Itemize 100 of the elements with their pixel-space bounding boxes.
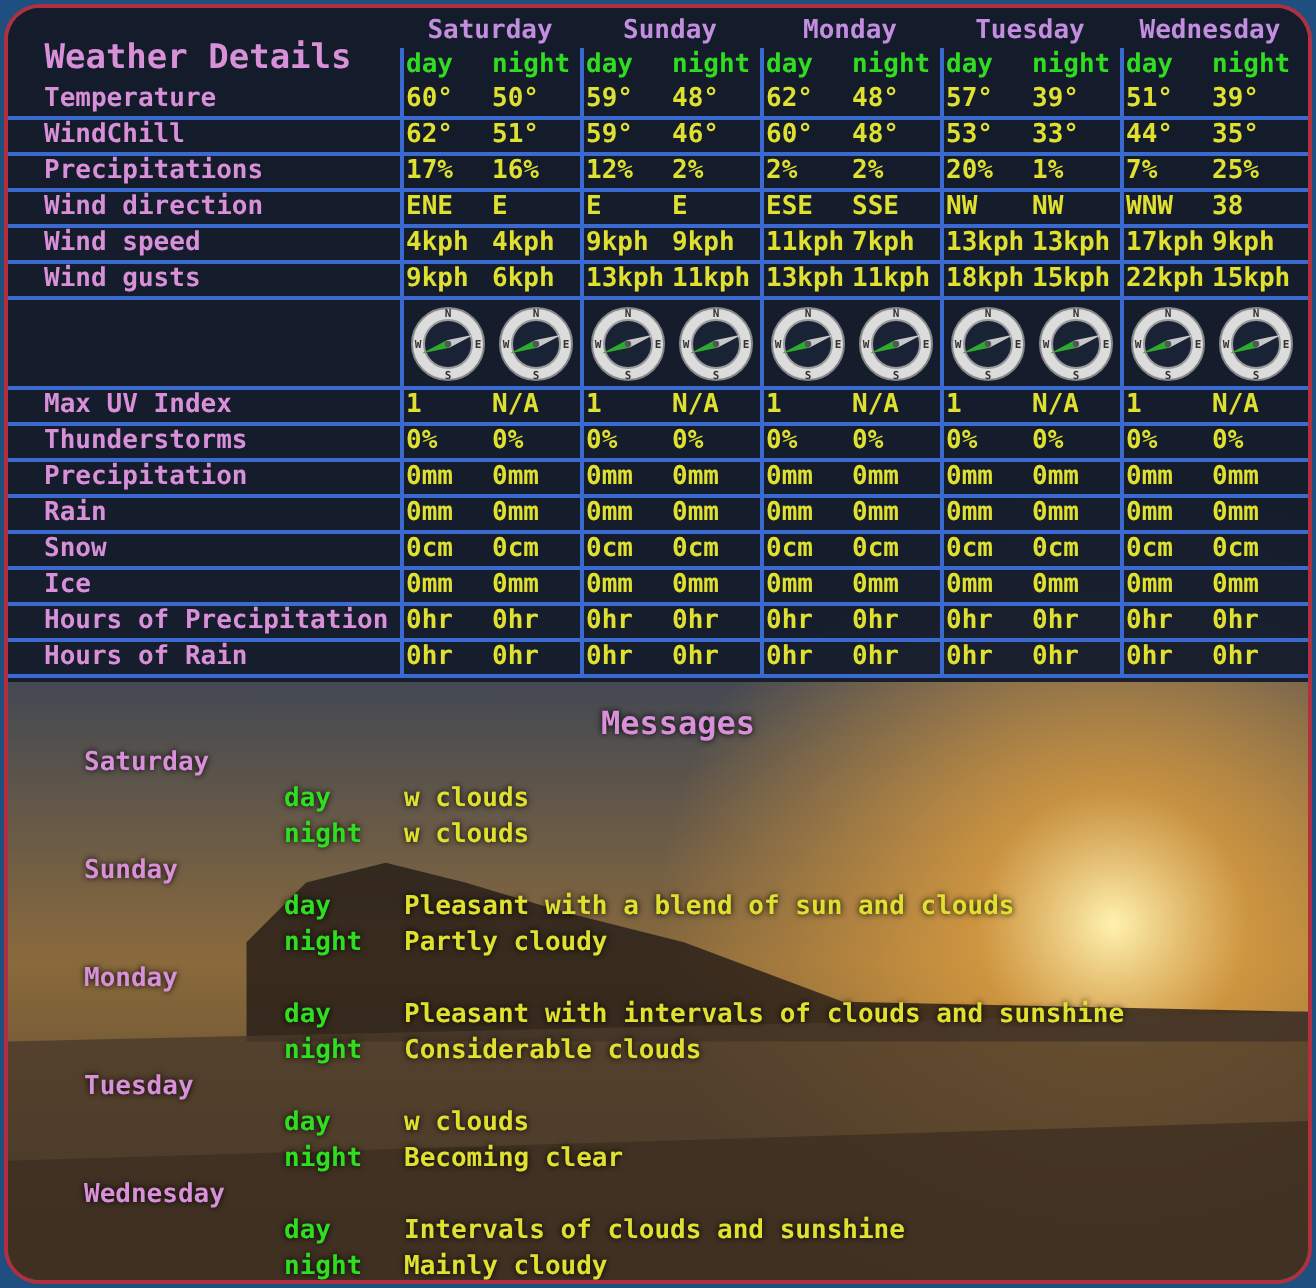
period-label: night xyxy=(850,50,931,80)
table-cell: 0hr xyxy=(850,606,899,636)
forecast-text: Pleasant with a blend of sun and clouds xyxy=(404,890,1015,926)
table-cell: 51° xyxy=(490,120,539,150)
table-cell: 0mm xyxy=(404,570,453,600)
table-cell: 2% xyxy=(670,156,704,186)
table-cell: 0mm xyxy=(490,462,539,492)
period-label: day xyxy=(284,1106,333,1142)
table-cell: 0hr xyxy=(764,606,813,636)
table-cell: 22kph xyxy=(1124,264,1205,294)
message-day: Saturday xyxy=(84,748,210,778)
forecast-text: w clouds xyxy=(404,1106,530,1142)
table-cell: 48° xyxy=(850,120,899,150)
table-cell: 0mm xyxy=(1030,462,1079,492)
row-label: Wind speed xyxy=(42,228,203,260)
forecast-text: w clouds xyxy=(404,818,530,854)
table-cell: 62° xyxy=(404,120,453,150)
row-label: Max UV Index xyxy=(42,390,234,422)
table-cell: 51° xyxy=(1124,84,1173,114)
table-cell: ENE xyxy=(404,192,453,222)
table-cell: 59° xyxy=(584,84,633,114)
period-label: day xyxy=(944,50,993,80)
table-cell: 50° xyxy=(490,84,539,114)
table-cell: 0mm xyxy=(404,462,453,492)
period-label: night xyxy=(284,818,365,854)
table-cell: 0% xyxy=(764,426,798,456)
table-cell: 0mm xyxy=(1030,570,1079,600)
row-label: Ice xyxy=(42,570,93,602)
table-cell: 9kph xyxy=(1210,228,1275,258)
table-cell: 0cm xyxy=(944,534,993,564)
table-cell: 0mm xyxy=(670,498,719,528)
table-cell: 13kph xyxy=(944,228,1025,258)
table-cell: 17kph xyxy=(1124,228,1205,258)
row-label: Temperature xyxy=(42,84,219,116)
table-cell: 0hr xyxy=(1210,606,1259,636)
period-label: day xyxy=(764,50,813,80)
table-cell: N/A xyxy=(1030,390,1079,420)
forecast-text: Considerable clouds xyxy=(404,1034,702,1070)
table-cell: 60° xyxy=(404,84,453,114)
table-cell: 0% xyxy=(404,426,438,456)
table-cell: 0hr xyxy=(944,642,993,672)
table-cell: 0hr xyxy=(850,642,899,672)
table-cell: 0hr xyxy=(1124,606,1173,636)
table-cell: 53° xyxy=(944,120,993,150)
table-cell: 48° xyxy=(670,84,719,114)
table-cell: 0% xyxy=(944,426,978,456)
forecast-text: w clouds xyxy=(404,782,530,818)
table-cell: 0hr xyxy=(1030,642,1079,672)
table-cell: N/A xyxy=(850,390,899,420)
table-cell: 0mm xyxy=(944,498,993,528)
table-cell: 11kph xyxy=(764,228,845,258)
table-cell: 0hr xyxy=(584,606,633,636)
table-cell: 13kph xyxy=(764,264,845,294)
table-cell: 9kph xyxy=(670,228,735,258)
period-label: night xyxy=(1210,50,1291,80)
table-cell: E xyxy=(670,192,688,222)
table-cell: 13kph xyxy=(584,264,665,294)
table-cell: 1 xyxy=(584,390,602,420)
table-cell: 0hr xyxy=(764,642,813,672)
table-cell: 39° xyxy=(1030,84,1079,114)
row-label: Wind gusts xyxy=(42,264,203,296)
table-cell: 0mm xyxy=(944,570,993,600)
table-cell: 15kph xyxy=(1030,264,1111,294)
period-label: day xyxy=(584,50,633,80)
table-cell: 1 xyxy=(1124,390,1142,420)
day-heading: Sunday xyxy=(621,16,719,48)
table-cell: 15kph xyxy=(1210,264,1291,294)
table-cell: 11kph xyxy=(850,264,931,294)
table-cell: 0mm xyxy=(1210,462,1259,492)
forecast-text: Becoming clear xyxy=(404,1142,624,1178)
table-cell: 0mm xyxy=(490,570,539,600)
period-label: day xyxy=(404,50,453,80)
table-cell: 1 xyxy=(944,390,962,420)
table-cell: 0hr xyxy=(404,642,453,672)
table-cell: 13kph xyxy=(1030,228,1111,258)
table-cell: N/A xyxy=(490,390,539,420)
table-cell: WNW xyxy=(1124,192,1173,222)
period-label: day xyxy=(284,1214,333,1250)
table-cell: 60° xyxy=(764,120,813,150)
table-cell: ESE xyxy=(764,192,813,222)
table-cell: 0mm xyxy=(850,462,899,492)
table-cell: 0mm xyxy=(490,498,539,528)
table-cell: 0hr xyxy=(670,642,719,672)
table-cell: 0mm xyxy=(1124,570,1173,600)
table-cell: 0mm xyxy=(584,570,633,600)
table-cell: 20% xyxy=(944,156,993,186)
table-cell: 0hr xyxy=(944,606,993,636)
period-label: day xyxy=(1124,50,1173,80)
table-cell: 17% xyxy=(404,156,453,186)
table-cell: 2% xyxy=(850,156,884,186)
row-label: Snow xyxy=(42,534,109,566)
table-cell: 1% xyxy=(1030,156,1064,186)
table-cell: 0mm xyxy=(404,498,453,528)
table-cell: 0% xyxy=(490,426,524,456)
table-cell: 38 xyxy=(1210,192,1244,222)
table-cell: 7% xyxy=(1124,156,1158,186)
table-cell: 0hr xyxy=(404,606,453,636)
table-cell: 0mm xyxy=(1210,570,1259,600)
row-label: Hours of Precipitation xyxy=(42,606,391,638)
table-cell: 16% xyxy=(490,156,539,186)
